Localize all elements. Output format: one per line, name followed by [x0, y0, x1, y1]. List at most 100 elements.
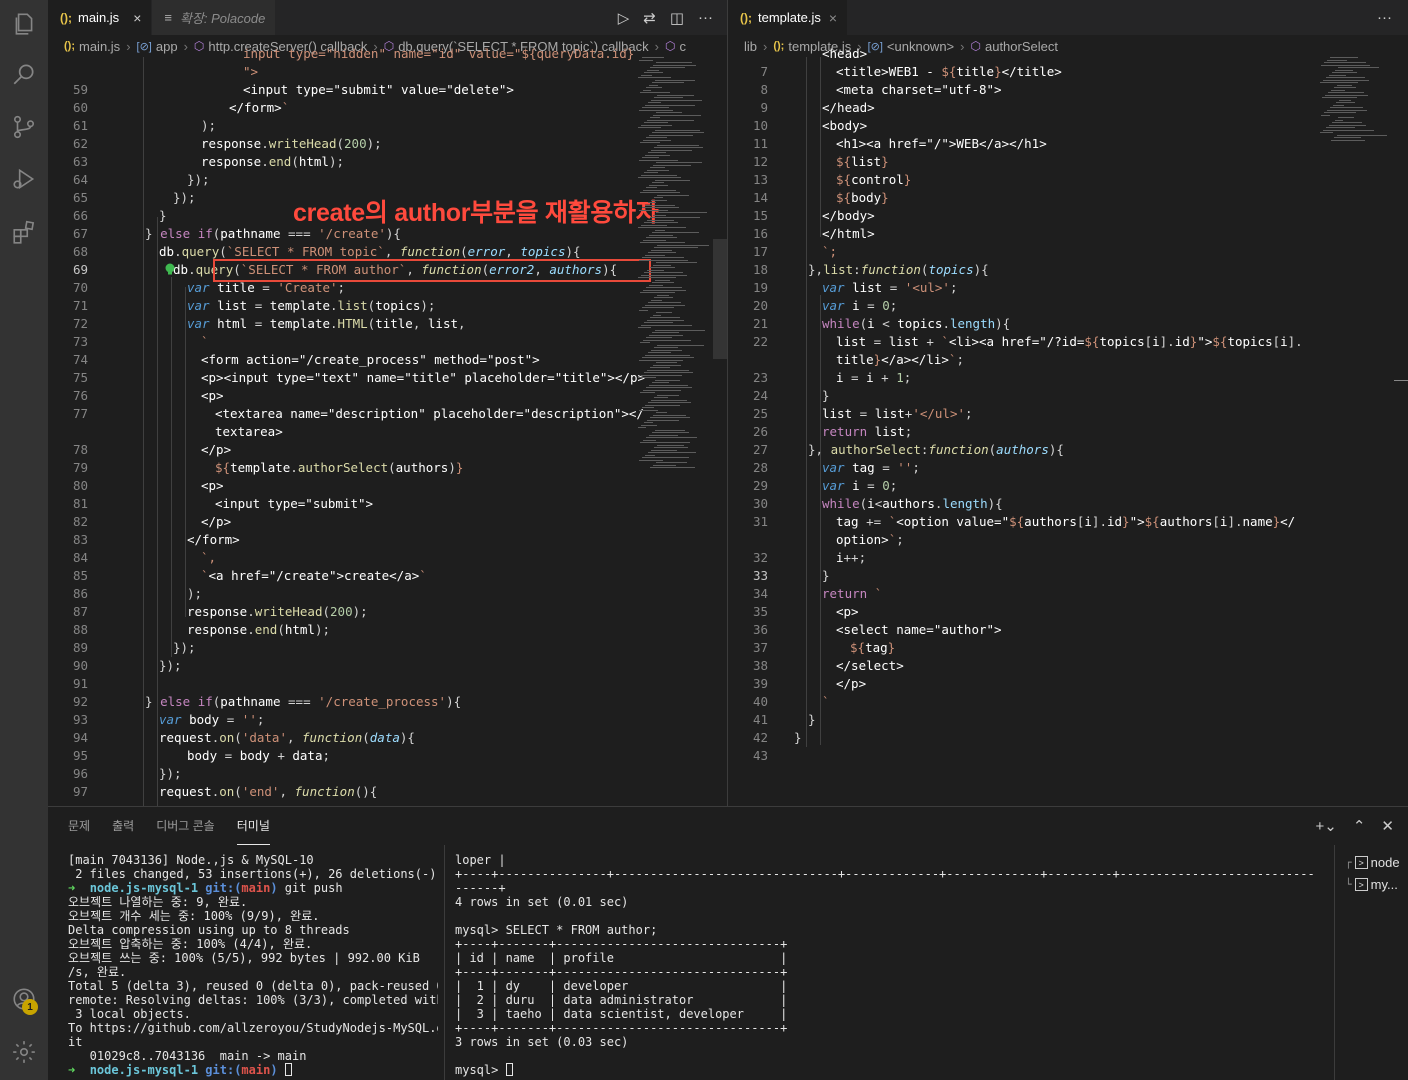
minimap-line — [653, 264, 671, 266]
minimap-line — [655, 229, 665, 231]
minimap-line — [650, 317, 680, 318]
minimap-line — [1324, 112, 1356, 113]
minimap[interactable] — [638, 57, 709, 477]
explorer-icon[interactable] — [0, 0, 48, 48]
tab-problems[interactable]: 문제 — [68, 807, 90, 845]
close-tab-icon[interactable]: × — [133, 10, 141, 26]
tab-terminal[interactable]: 터미널 — [236, 807, 270, 845]
line-number: 75 — [72, 370, 88, 385]
breadcrumb-item[interactable]: app — [156, 39, 178, 54]
minimap-line — [639, 209, 668, 211]
breadcrumb-item[interactable]: main.js — [79, 39, 120, 54]
tab-output[interactable]: 출력 — [112, 807, 134, 845]
line-number: 84 — [72, 550, 88, 565]
minimap-line — [1330, 107, 1363, 108]
line-number: 81 — [72, 496, 88, 511]
terminal-list-item[interactable]: ┌ > node — [1345, 855, 1400, 870]
minimap-line — [644, 222, 678, 223]
minimap-line — [645, 254, 665, 256]
settings-gear-icon[interactable] — [0, 1028, 48, 1076]
tab-template-js[interactable]: (); template.js × — [728, 0, 849, 35]
minimap-line — [645, 304, 685, 306]
line-number: 95 — [72, 748, 88, 763]
minimap-line — [654, 247, 698, 248]
tab-polacode-extension[interactable]: ≡ 확장: Polacode — [152, 0, 277, 35]
line-number: 59 — [72, 82, 88, 97]
run-debug-icon[interactable] — [0, 155, 48, 203]
line-number: 38 — [752, 658, 768, 673]
minimap-line — [1320, 82, 1358, 83]
line-number: 61 — [72, 118, 88, 133]
line-number: 68 — [72, 244, 88, 259]
terminal-line: /s, 완료. — [68, 965, 127, 979]
code-area-main-js[interactable]: 59 60 61 62 63 64 65 66 67 68 69 70 71 72 73 74 75 76 77 78… — [48, 46, 727, 806]
terminal-mysql[interactable]: loper | +----+---------------+-----------… — [455, 853, 1315, 1077]
minimap-line — [642, 407, 654, 408]
minimap-line — [1329, 74, 1346, 76]
line-number: 31 — [752, 514, 768, 529]
maximize-panel-icon[interactable]: ⌃ — [1353, 817, 1366, 835]
minimap-line — [642, 457, 689, 458]
more-actions-icon[interactable]: ··· — [1377, 9, 1392, 26]
minimap-line — [644, 372, 693, 373]
scrollbar-thumb[interactable] — [713, 239, 727, 359]
line-number: 69 — [72, 262, 88, 277]
minimap-line — [657, 144, 699, 146]
line-number: 64 — [72, 172, 88, 187]
minimap-line — [1337, 134, 1387, 136]
terminal-line: +----+-------+--------------------------… — [455, 937, 788, 951]
open-changes-icon[interactable]: ⇄ — [643, 9, 656, 27]
accounts-icon[interactable]: 1 — [0, 975, 48, 1023]
minimap-line — [1329, 124, 1366, 126]
minimap-line — [645, 354, 690, 356]
terminal-git[interactable]: [main 7043136] Node.,js & MySQL-10 2 fil… — [68, 853, 438, 1077]
minimap-line — [640, 392, 655, 393]
close-panel-icon[interactable]: ✕ — [1381, 817, 1394, 835]
more-actions-icon[interactable]: ··· — [698, 9, 713, 26]
minimap-line — [656, 462, 687, 463]
breadcrumb-item[interactable]: authorSelect — [985, 39, 1058, 54]
minimap-line — [638, 277, 676, 278]
code-area-template-js[interactable]: 7 8 9 10 11 12 13 14 15 16 17 18 19 20 21 22 23 24 25 26 27 2… — [728, 46, 1408, 806]
minimap-line — [642, 207, 679, 208]
source-control-icon[interactable] — [0, 103, 48, 151]
lightbulb-icon[interactable] — [163, 262, 177, 276]
minimap-line — [652, 232, 699, 233]
minimap-line — [1323, 79, 1369, 81]
terminal-split-divider[interactable] — [444, 845, 445, 1080]
split-editor-icon[interactable]: ◫ — [670, 9, 684, 27]
line-number: 35 — [752, 604, 768, 619]
minimap-line — [641, 274, 687, 276]
breadcrumb-item[interactable]: lib — [744, 39, 757, 54]
line-number: 8 — [760, 82, 768, 97]
minimap-line — [1330, 57, 1358, 58]
extensions-icon[interactable] — [0, 208, 48, 256]
line-number: 62 — [72, 136, 88, 151]
minimap-line — [1334, 87, 1356, 88]
terminal-line: 3 local objects. — [68, 1007, 191, 1021]
minimap[interactable] — [1320, 57, 1390, 477]
minimap-line — [1326, 127, 1355, 128]
minimap-line — [655, 329, 705, 331]
breadcrumb-item[interactable]: c — [679, 39, 686, 54]
minimap-line — [655, 79, 695, 81]
tab-main-js[interactable]: (); main.js × — [48, 0, 153, 35]
close-tab-icon[interactable]: × — [829, 10, 837, 26]
tab-debug-console[interactable]: 디버그 콘솔 — [156, 807, 215, 845]
breadcrumb-item[interactable]: <unknown> — [887, 39, 954, 54]
minimap-line — [1338, 67, 1379, 68]
minimap-line — [650, 417, 690, 418]
js-file-icon: (); — [64, 40, 75, 52]
terminal-line: 4 rows in set (0.01 sec) — [455, 895, 629, 909]
minimap-line — [651, 349, 682, 351]
search-icon[interactable] — [0, 50, 48, 98]
new-terminal-icon[interactable]: +⌄ — [1316, 817, 1337, 835]
minimap-line — [655, 279, 670, 281]
run-icon[interactable]: ▷ — [618, 9, 630, 27]
line-number: 92 — [72, 694, 88, 709]
minimap-line — [652, 132, 704, 133]
minimap-line — [1320, 132, 1333, 133]
terminal-list-item[interactable]: └ > my... — [1345, 877, 1398, 892]
line-number: 97 — [72, 784, 88, 799]
